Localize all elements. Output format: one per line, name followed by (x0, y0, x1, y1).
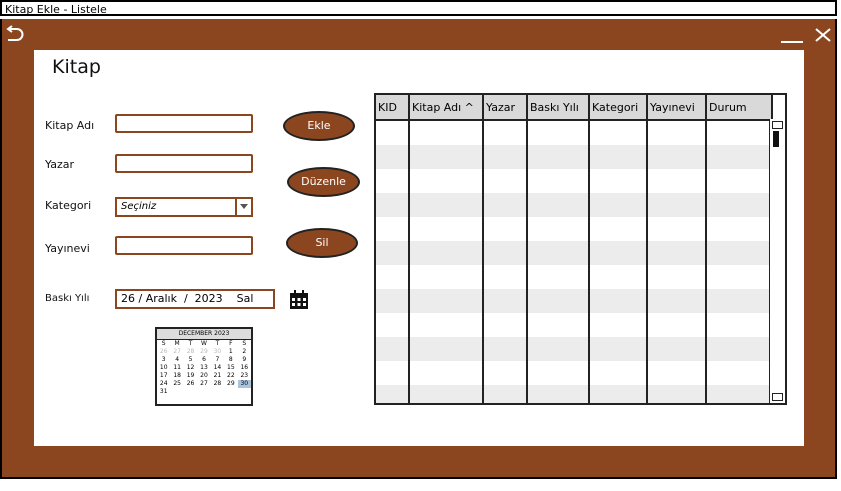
calendar-day[interactable]: 10 (157, 364, 170, 372)
column-header-yayinevi[interactable]: Yayınevi (647, 95, 707, 121)
calendar-day[interactable]: 29 (224, 380, 237, 388)
undo-icon[interactable] (4, 25, 26, 50)
calendar-day[interactable]: 13 (197, 364, 210, 372)
calendar-month-title: DECEMBER 2023 (157, 329, 251, 340)
calendar-weekday: S (161, 340, 166, 347)
column-header-durum[interactable]: Durum (706, 95, 773, 121)
column-header-kitap-adi[interactable]: Kitap Adı ^ (409, 95, 484, 121)
table-row[interactable] (376, 145, 773, 169)
table-row[interactable] (376, 120, 773, 145)
calendar-day[interactable]: 19 (184, 372, 197, 380)
close-icon[interactable] (813, 26, 833, 51)
table-row[interactable] (376, 313, 773, 337)
kategori-select-value: Seçiniz (121, 201, 157, 212)
calendar-day[interactable]: 24 (157, 380, 170, 388)
kategori-label: Kategori (45, 199, 92, 212)
table-row[interactable] (376, 361, 773, 385)
window-title-bar: Kitap Ekle - Listele (0, 0, 837, 16)
calendar-day[interactable]: 15 (224, 364, 237, 372)
calendar-day[interactable]: 16 (238, 364, 251, 372)
calendar-day[interactable]: 2 (238, 348, 251, 356)
table-scrollbar[interactable] (769, 119, 785, 403)
table-row[interactable] (376, 289, 773, 313)
calendar-day[interactable]: 4 (170, 356, 183, 364)
calendar-day[interactable]: 9 (238, 356, 251, 364)
duzenle-button[interactable]: Düzenle (287, 167, 360, 197)
calendar-day[interactable]: 29 (197, 348, 210, 356)
kategori-select[interactable]: Seçiniz (115, 197, 253, 217)
book-list-table[interactable]: KID Kitap Adı ^ Yazar Baskı Yılı Kategor… (374, 93, 787, 405)
table-row[interactable] (376, 241, 773, 265)
calendar-weekday: F (229, 340, 233, 347)
calendar-weekday: S (242, 340, 247, 347)
calendar-day[interactable]: 8 (224, 356, 237, 364)
calendar-day[interactable]: 18 (170, 372, 183, 380)
calendar-weekday: T (188, 340, 193, 347)
calendar-day[interactable]: 27 (197, 380, 210, 388)
calendar-day[interactable]: 23 (238, 372, 251, 380)
yazar-label: Yazar (45, 158, 74, 171)
date-picker-calendar[interactable]: DECEMBER 2023 S M T W T F S 26 27 28 29 … (155, 327, 253, 406)
minimize-icon[interactable] (780, 26, 804, 51)
calendar-day[interactable]: 7 (211, 356, 224, 364)
calendar-day[interactable]: 3 (157, 356, 170, 364)
kitap-adi-input[interactable] (115, 114, 253, 133)
calendar-weekday: M (174, 340, 180, 347)
column-header-kategori[interactable]: Kategori (589, 95, 648, 121)
calendar-day[interactable]: 22 (224, 372, 237, 380)
scrollbar-thumb[interactable] (773, 131, 779, 147)
table-header-row: KID Kitap Adı ^ Yazar Baskı Yılı Kategor… (376, 95, 773, 121)
calendar-day[interactable]: 11 (170, 364, 183, 372)
table-row[interactable] (376, 385, 773, 403)
calendar-day-selected[interactable]: 30 (237, 380, 251, 388)
column-header-yazar[interactable]: Yazar (483, 95, 528, 121)
scroll-up-icon[interactable] (772, 121, 783, 129)
table-row[interactable] (376, 193, 773, 217)
calendar-weekday: T (215, 340, 220, 347)
calendar-day[interactable]: 5 (184, 356, 197, 364)
window-title: Kitap Ekle - Listele (5, 3, 107, 16)
calendar-day[interactable]: 14 (211, 364, 224, 372)
column-header-kid[interactable]: KID (376, 95, 410, 121)
scroll-down-icon[interactable] (772, 393, 783, 401)
ekle-button[interactable]: Ekle (283, 111, 355, 141)
table-row[interactable] (376, 337, 773, 361)
baski-yili-label: Baskı Yılı (45, 293, 90, 304)
yazar-input[interactable] (115, 154, 253, 173)
chevron-down-icon[interactable] (235, 199, 251, 215)
page-title: Kitap (52, 56, 101, 78)
calendar-day[interactable]: 12 (184, 364, 197, 372)
yayinevi-input[interactable] (115, 236, 253, 255)
calendar-day[interactable]: 17 (157, 372, 170, 380)
calendar-day[interactable]: 21 (211, 372, 224, 380)
sil-button[interactable]: Sil (286, 228, 358, 258)
calendar-weekday: W (201, 340, 207, 347)
table-row[interactable] (376, 169, 773, 193)
baski-yili-date-input[interactable]: 26 / Aralık / 2023 Sal (115, 289, 275, 309)
calendar-day[interactable]: 26 (184, 380, 197, 388)
calendar-day[interactable]: 31 (157, 388, 170, 396)
calendar-day[interactable]: 1 (224, 348, 237, 356)
table-row[interactable] (376, 265, 773, 289)
calendar-day[interactable]: 30 (211, 348, 224, 356)
calendar-day[interactable]: 6 (197, 356, 210, 364)
table-row[interactable] (376, 217, 773, 241)
calendar-day[interactable]: 20 (197, 372, 210, 380)
calendar-day[interactable]: 25 (170, 380, 183, 388)
calendar-icon[interactable] (289, 290, 309, 310)
calendar-day[interactable]: 28 (184, 348, 197, 356)
column-header-baski-yili[interactable]: Baskı Yılı (527, 95, 590, 121)
calendar-day[interactable]: 28 (211, 380, 224, 388)
calendar-day[interactable]: 27 (170, 348, 183, 356)
yayinevi-label: Yayınevi (45, 242, 90, 255)
calendar-day[interactable]: 26 (157, 348, 170, 356)
kitap-adi-label: Kitap Adı (45, 119, 95, 132)
